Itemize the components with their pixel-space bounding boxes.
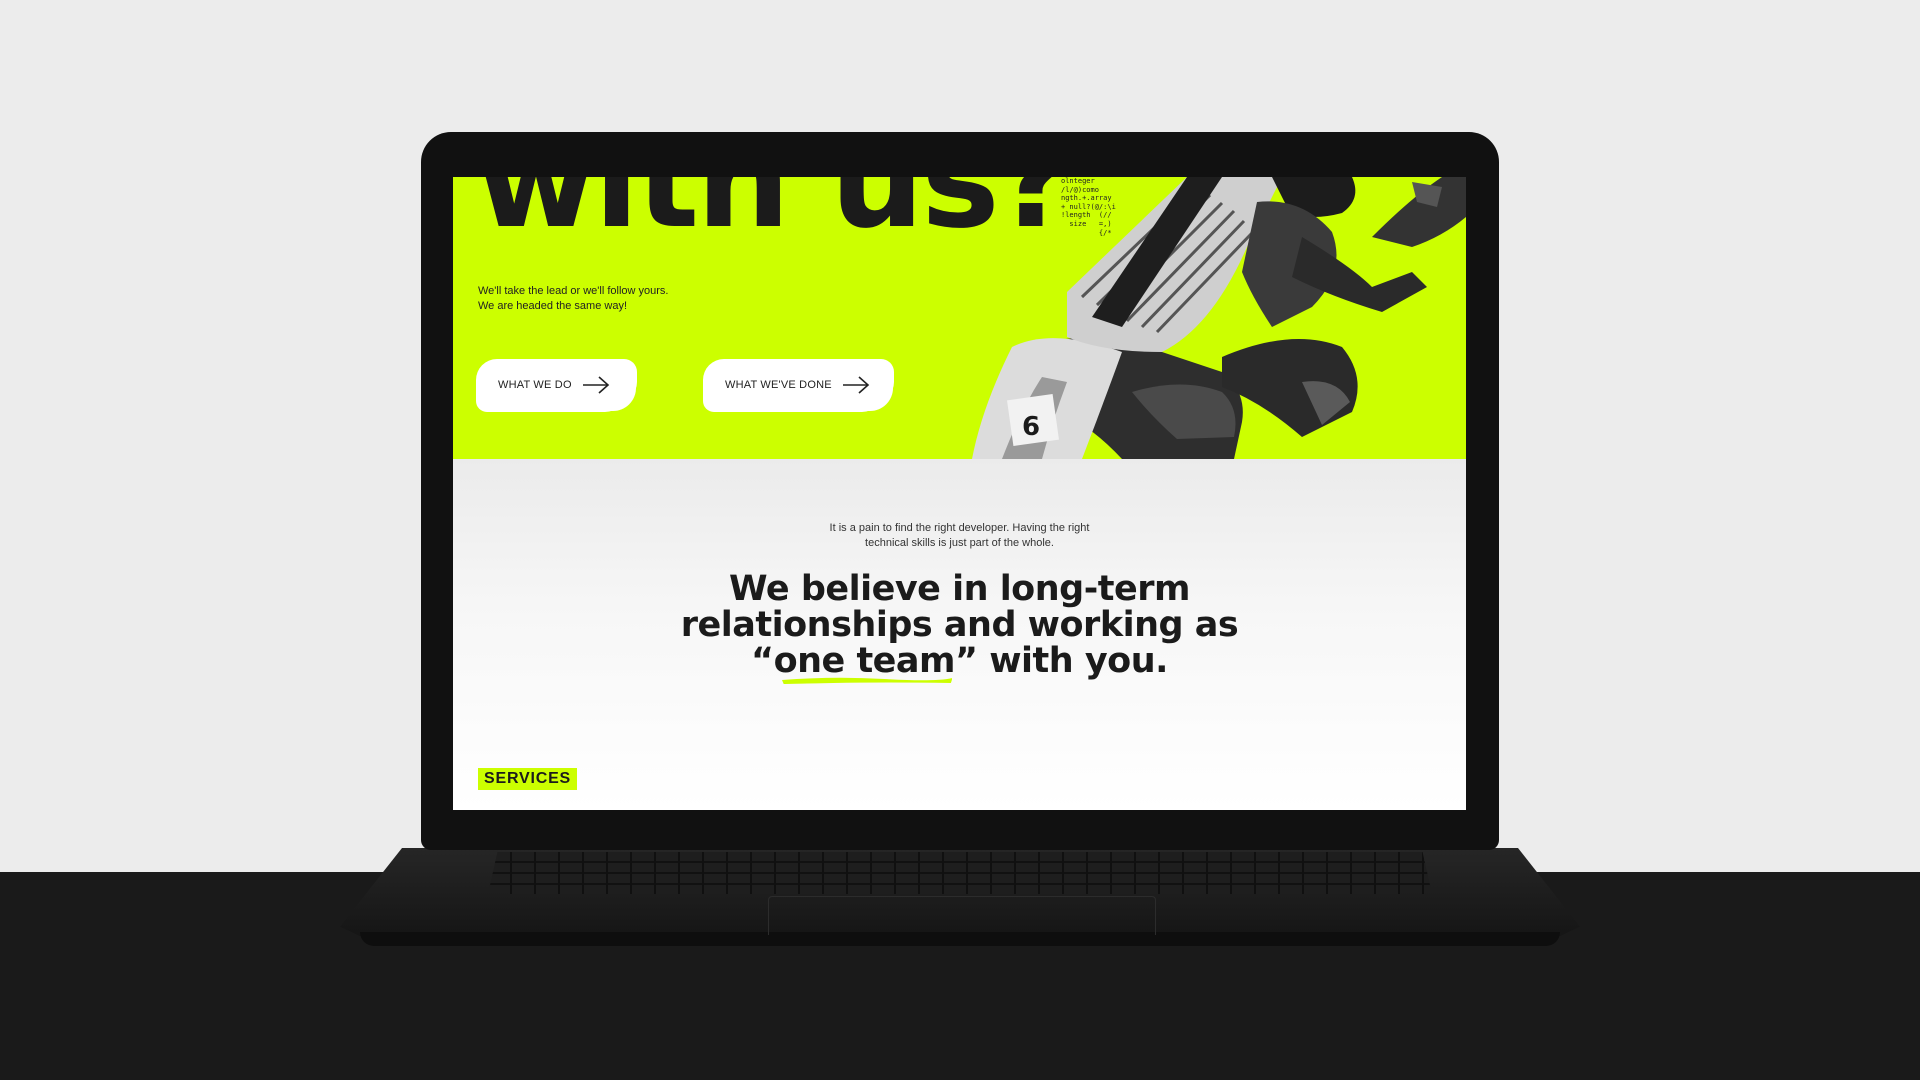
arrow-right-icon — [842, 376, 869, 394]
trackpad — [768, 896, 1156, 935]
open-quote: “ — [751, 641, 774, 681]
sprinter-athlete-image: 6 — [972, 177, 1466, 459]
hero-subtitle: We'll take the lead or we'll follow your… — [478, 284, 778, 314]
bib-number: 6 — [1022, 412, 1040, 442]
highlighted-phrase: one team — [773, 641, 956, 684]
intro-text: It is a pain to find the right developer… — [453, 521, 1466, 551]
headline-line: We believe in long-term — [729, 569, 1190, 609]
headline: We believe in long-term relationships an… — [453, 569, 1466, 684]
what-weve-done-button[interactable]: WHAT WE'VE DONE — [705, 360, 891, 410]
keyboard — [488, 852, 1432, 894]
intro-line: It is a pain to find the right developer… — [829, 522, 1090, 534]
headline-line: relationships and working as — [680, 605, 1239, 645]
hero-subtitle-line: We'll take the lead or we'll follow your… — [478, 285, 669, 297]
highlighted-phrase-text: one team — [773, 641, 956, 681]
what-we-do-button[interactable]: WHAT WE DO — [478, 360, 634, 410]
headline-line: “one team” with you. — [453, 641, 1466, 684]
about-section: It is a pain to find the right developer… — [453, 459, 1466, 810]
headline-suffix: ” with you. — [955, 641, 1168, 681]
intro-line: technical skills is just part of the who… — [865, 537, 1054, 549]
hero-section: with us? olnteger /l/@)como ngth.+.array… — [453, 177, 1466, 459]
services-section-label: SERVICES — [478, 768, 578, 790]
website-screen: with us? olnteger /l/@)como ngth.+.array… — [453, 177, 1466, 810]
arrow-right-icon — [582, 376, 609, 394]
what-we-do-label: WHAT WE DO — [498, 379, 572, 391]
hero-subtitle-line: We are headed the same way! — [478, 300, 627, 312]
what-weve-done-label: WHAT WE'VE DONE — [725, 379, 832, 391]
